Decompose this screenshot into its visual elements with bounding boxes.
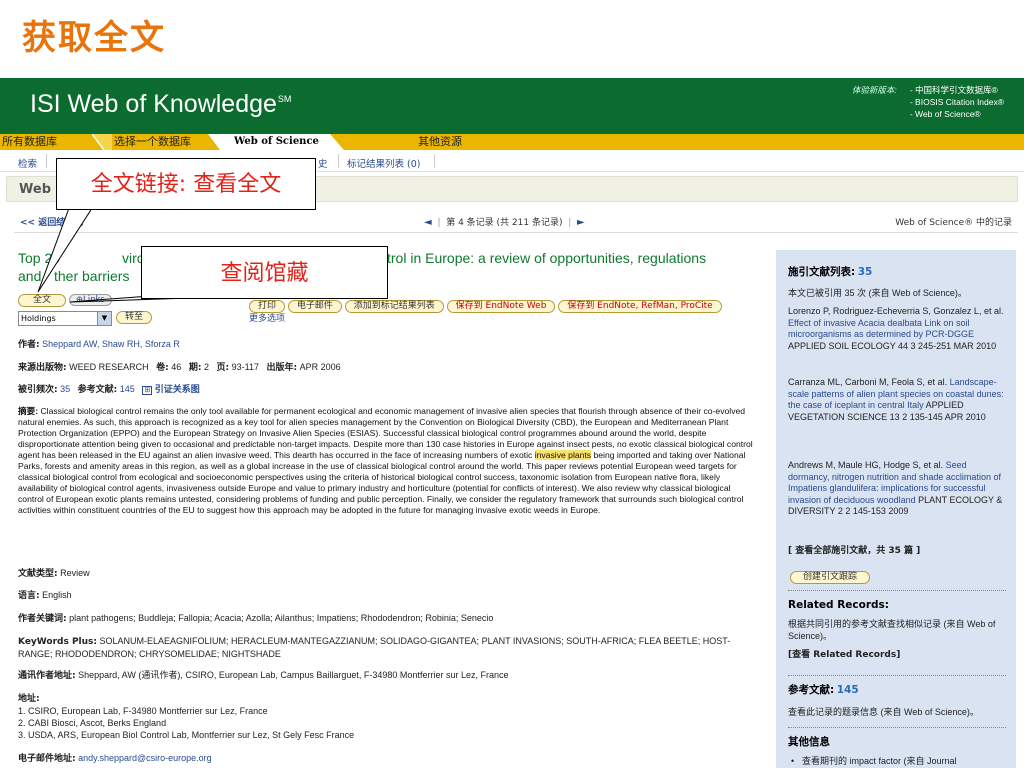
callout-holdings: 查阅馆藏 [141,246,388,299]
callout-fulltext-link: 全文链接: 查看全文 [56,158,316,210]
callout-pointers [37,199,191,303]
callout-pointer-fulltext [37,199,97,293]
